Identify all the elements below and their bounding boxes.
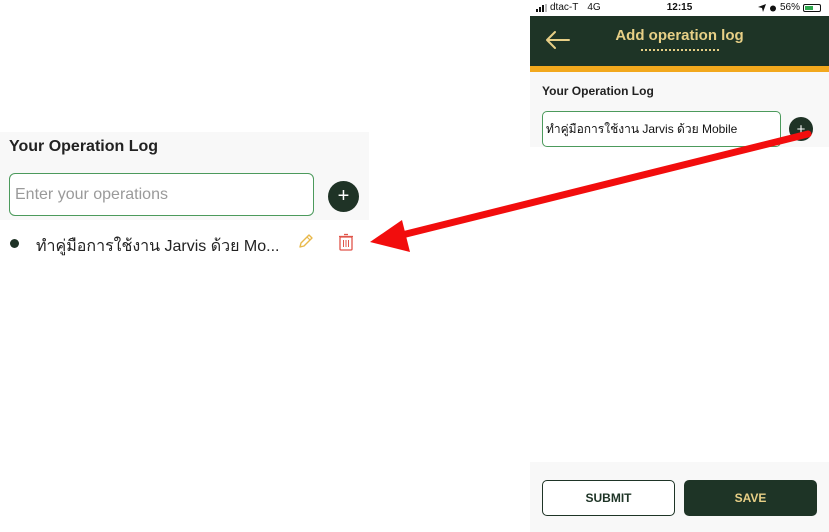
status-bar: dtac-T 4G 12:15 56% — [530, 0, 829, 16]
submit-button[interactable]: SUBMIT — [542, 480, 675, 516]
location-icon — [757, 3, 766, 12]
app-header: Add operation log — [530, 16, 829, 66]
trash-icon[interactable] — [338, 233, 354, 251]
title-underline — [641, 49, 719, 51]
status-indicators: 56% — [757, 2, 821, 13]
plus-icon: + — [337, 185, 350, 207]
battery-icon — [803, 3, 821, 12]
page-title: Add operation log — [615, 27, 744, 44]
add-operation-button[interactable]: + — [328, 181, 359, 212]
log-list-item: ทำคู่มือการใช้งาน Jarvis ด้วย Mo... — [0, 228, 369, 258]
form-title: Your Operation Log — [542, 84, 654, 98]
log-item-text: ทำคู่มือการใช้งาน Jarvis ด้วย Mo... — [36, 238, 280, 255]
add-operation-button-small[interactable]: + — [789, 117, 813, 141]
bullet-icon — [10, 239, 19, 248]
save-button[interactable]: SAVE — [684, 480, 817, 516]
pencil-icon[interactable] — [296, 233, 314, 251]
battery-percent: 56% — [779, 2, 800, 13]
plus-icon: + — [796, 120, 806, 138]
operation-input[interactable] — [9, 173, 314, 216]
operation-log-title: Your Operation Log — [9, 138, 159, 155]
alarm-icon — [769, 5, 776, 11]
operation-input-filled[interactable] — [542, 111, 781, 147]
